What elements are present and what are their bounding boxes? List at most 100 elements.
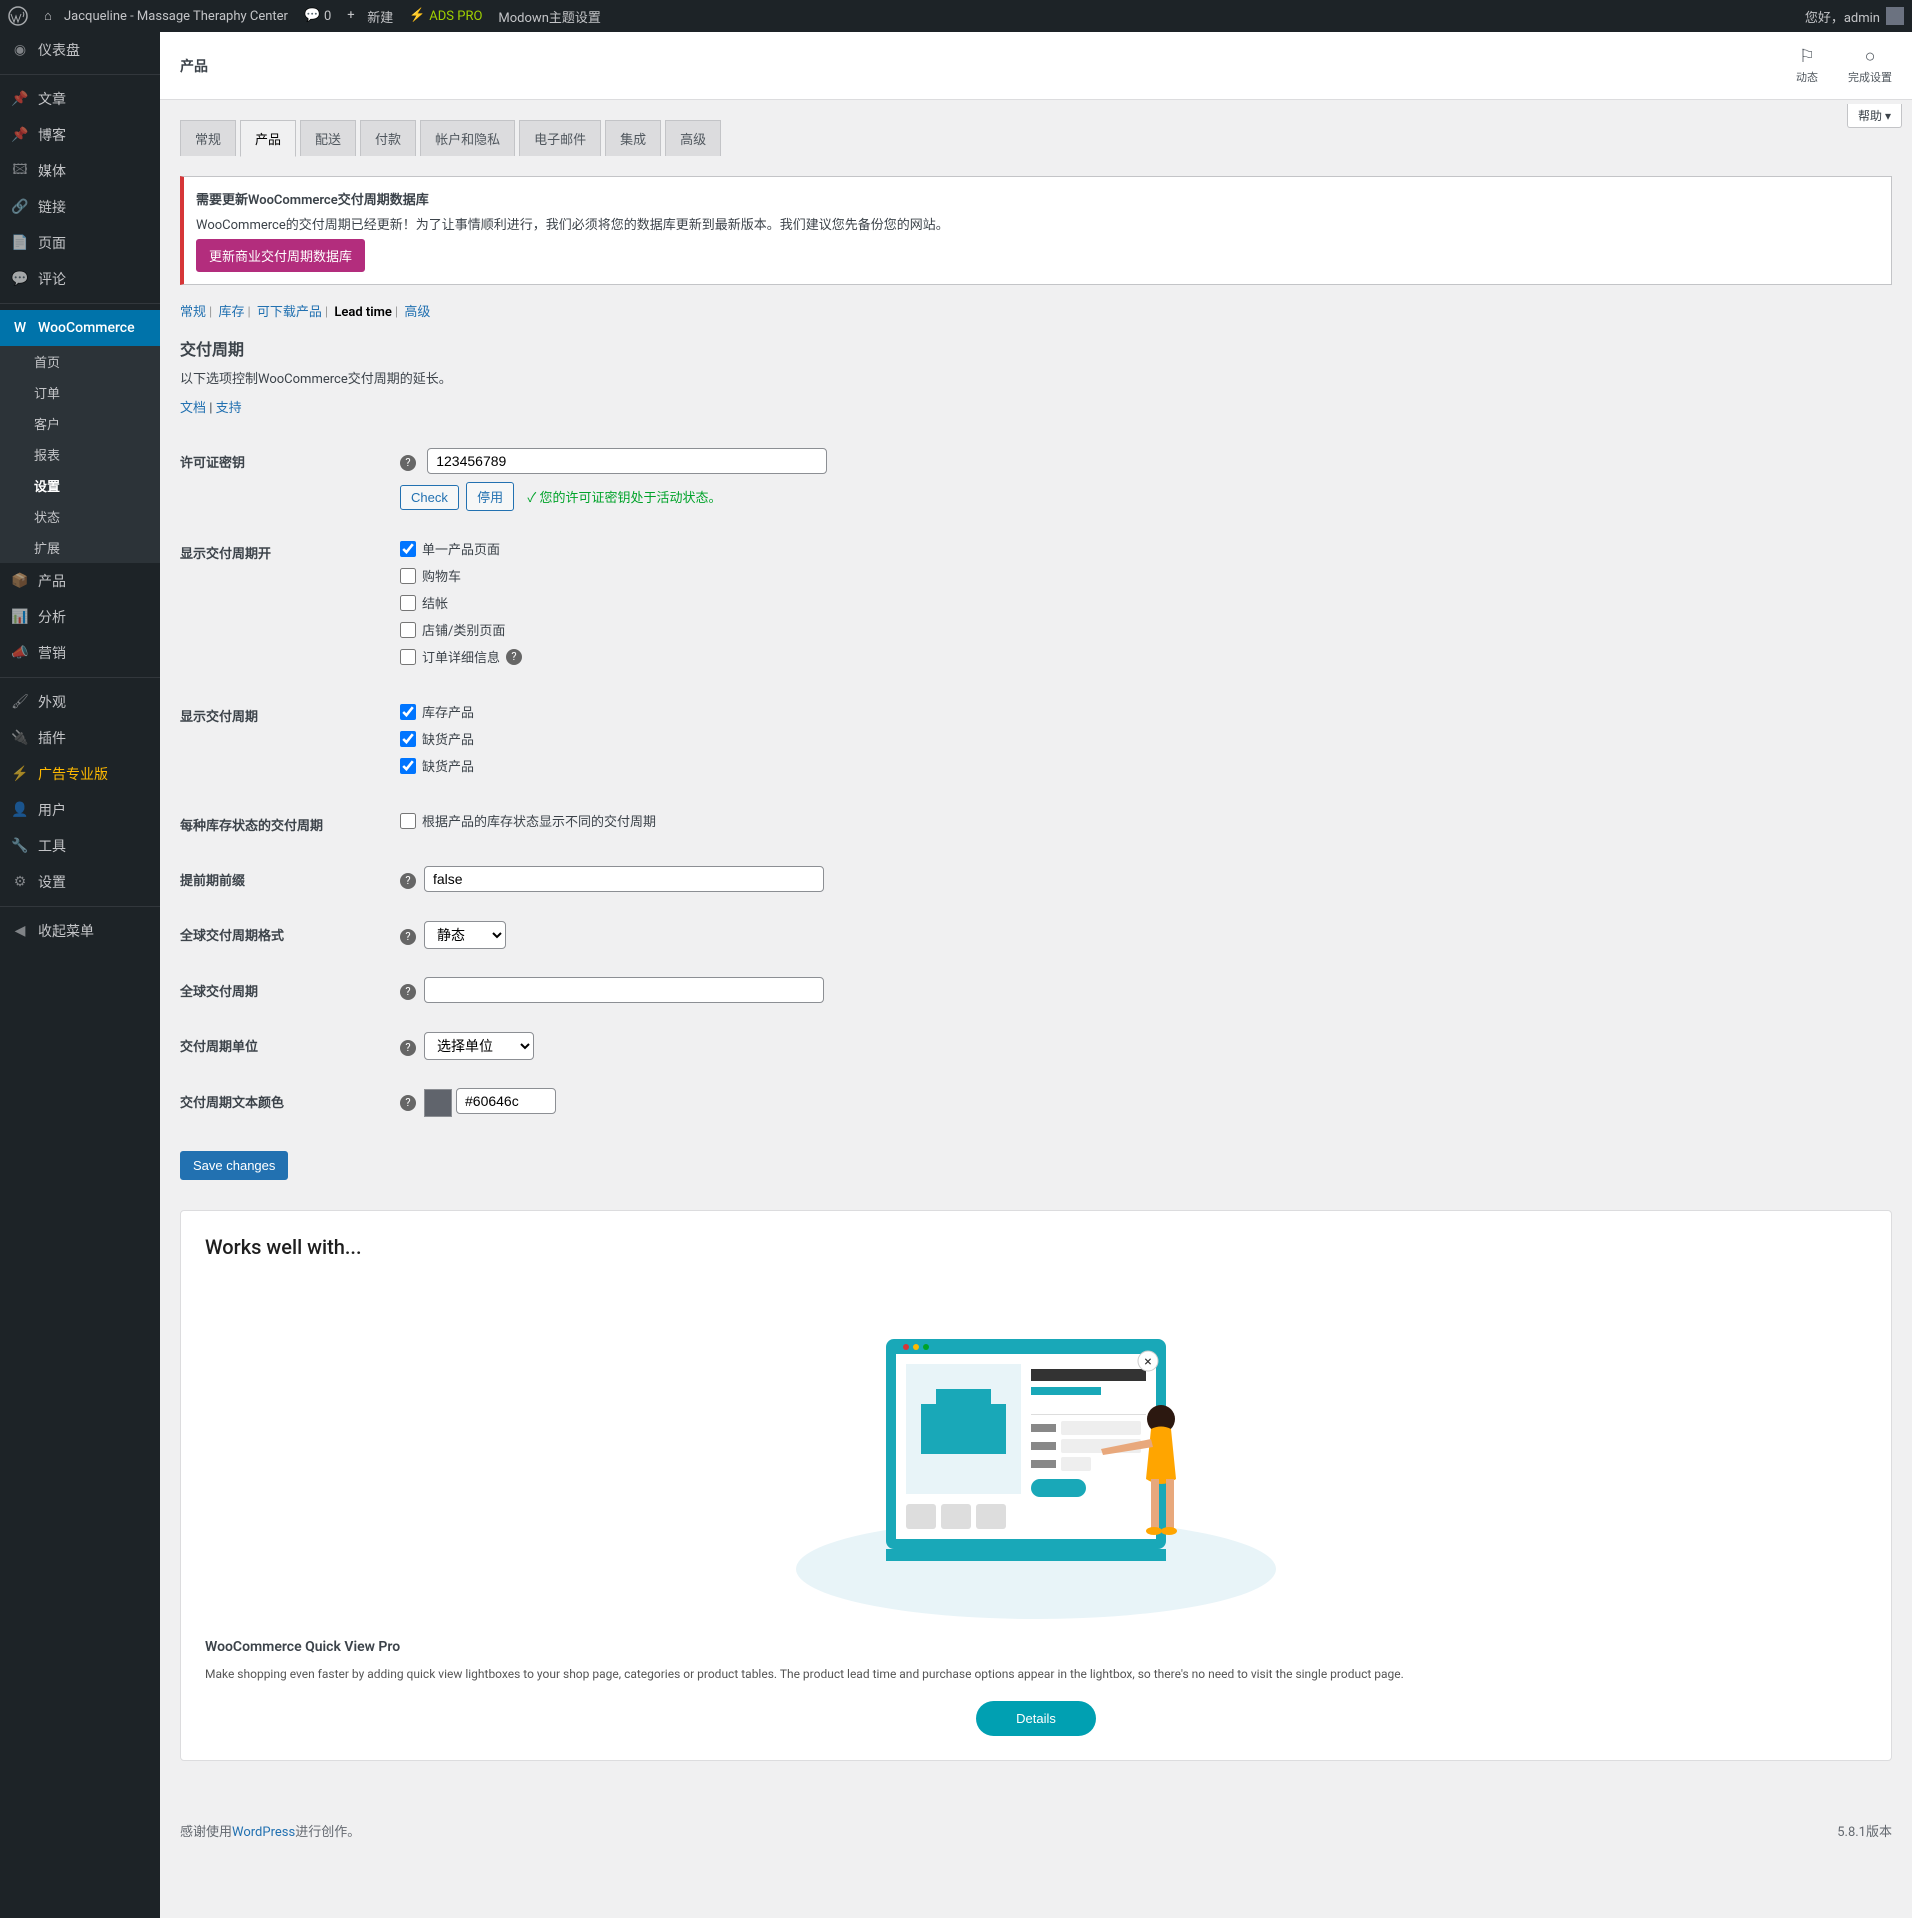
- menu-pages[interactable]: 📄页面: [0, 225, 160, 261]
- menu-posts[interactable]: 📌文章: [0, 81, 160, 117]
- save-button[interactable]: Save changes: [180, 1151, 288, 1180]
- chk-single-product[interactable]: [400, 541, 416, 557]
- circle-icon: ○: [1848, 46, 1892, 67]
- chk-cart[interactable]: [400, 568, 416, 584]
- promo-product-name: WooCommerce Quick View Pro: [205, 1639, 1867, 1655]
- subnav-inventory[interactable]: 库存: [218, 305, 244, 320]
- help-tab[interactable]: 帮助 ▾: [1847, 104, 1902, 128]
- chk-shop[interactable]: [400, 622, 416, 638]
- chk-per-stock[interactable]: [400, 813, 416, 829]
- tab-products[interactable]: 产品: [240, 120, 296, 157]
- help-tip-icon[interactable]: ?: [400, 873, 416, 889]
- subnav-leadtime[interactable]: Lead time: [334, 305, 392, 320]
- unit-select[interactable]: 选择单位: [424, 1032, 534, 1060]
- woo-home[interactable]: 首页: [0, 346, 160, 377]
- docs-link[interactable]: 文档: [180, 401, 206, 416]
- woo-orders[interactable]: 订单: [0, 377, 160, 408]
- finish-setup-button[interactable]: ○完成设置: [1848, 46, 1892, 85]
- menu-links[interactable]: 🔗链接: [0, 189, 160, 225]
- tab-payments[interactable]: 付款: [360, 120, 416, 156]
- bolt-icon: ⚡: [409, 8, 425, 24]
- help-tip-icon[interactable]: ?: [400, 1095, 416, 1111]
- support-link[interactable]: 支持: [216, 401, 242, 416]
- tab-general[interactable]: 常规: [180, 120, 236, 156]
- global-lt-input[interactable]: [424, 977, 824, 1003]
- menu-dashboard[interactable]: ◉仪表盘: [0, 32, 160, 68]
- format-select[interactable]: 静态: [424, 921, 506, 949]
- menu-ads-pro[interactable]: ⚡广告专业版: [0, 756, 160, 792]
- woo-reports[interactable]: 报表: [0, 439, 160, 470]
- menu-appearance[interactable]: 🖌外观: [0, 684, 160, 720]
- woo-settings[interactable]: 设置: [0, 470, 160, 501]
- check-button[interactable]: Check: [400, 485, 459, 510]
- chk-order-details[interactable]: [400, 649, 416, 665]
- color-swatch[interactable]: [424, 1089, 452, 1117]
- chk-outstock[interactable]: [400, 731, 416, 747]
- menu-tools[interactable]: 🔧工具: [0, 828, 160, 864]
- collapse-icon: ◀: [10, 921, 30, 941]
- wp-logo[interactable]: [0, 0, 36, 32]
- tab-emails[interactable]: 电子邮件: [519, 120, 601, 156]
- db-update-notice: 需要更新WooCommerce交付周期数据库 WooCommerce的交付周期已…: [180, 176, 1892, 285]
- menu-media[interactable]: 🖾媒体: [0, 153, 160, 189]
- new-label: 新建: [367, 7, 393, 26]
- chk-instock[interactable]: [400, 704, 416, 720]
- menu-settings[interactable]: ⚙设置: [0, 864, 160, 900]
- menu-collapse[interactable]: ◀收起菜单: [0, 913, 160, 949]
- tab-accounts[interactable]: 帐户和隐私: [420, 120, 515, 156]
- license-input[interactable]: [427, 448, 827, 474]
- greeting[interactable]: 您好，admin: [1797, 0, 1912, 32]
- comment-icon: 💬: [304, 8, 320, 24]
- tab-advanced[interactable]: 高级: [665, 120, 721, 156]
- menu-marketing[interactable]: 📣营销: [0, 635, 160, 671]
- pin-icon: 📌: [10, 89, 30, 109]
- menu-plugins[interactable]: 🔌插件: [0, 720, 160, 756]
- tab-shipping[interactable]: 配送: [300, 120, 356, 156]
- site-link[interactable]: ⌂Jacqueline - Massage Theraphy Center: [36, 0, 296, 32]
- comments-link[interactable]: 💬0: [296, 0, 339, 32]
- activity-button[interactable]: ⚐动态: [1796, 46, 1818, 85]
- chk-backorder[interactable]: [400, 758, 416, 774]
- menu-analytics[interactable]: 📊分析: [0, 599, 160, 635]
- chk-checkout[interactable]: [400, 595, 416, 611]
- prefix-input[interactable]: [424, 866, 824, 892]
- per-stock-label: 每种库存状态的交付周期: [180, 797, 400, 852]
- product-icon: 📦: [10, 571, 30, 591]
- plus-icon: +: [347, 8, 363, 24]
- details-button[interactable]: Details: [976, 1701, 1096, 1736]
- menu-woocommerce[interactable]: WWooCommerce: [0, 310, 160, 346]
- woo-customers[interactable]: 客户: [0, 408, 160, 439]
- color-input[interactable]: [456, 1088, 556, 1114]
- help-tip-icon[interactable]: ?: [400, 455, 416, 471]
- menu-products[interactable]: 📦产品: [0, 563, 160, 599]
- subnav-advanced[interactable]: 高级: [404, 305, 430, 320]
- update-db-button[interactable]: 更新商业交付周期数据库: [196, 239, 365, 272]
- promo-heading: Works well with...: [205, 1235, 1867, 1259]
- global-lt-label: 全球交付周期: [180, 963, 400, 1018]
- modown-link[interactable]: Modown主题设置: [490, 0, 608, 32]
- deactivate-button[interactable]: 停用: [466, 482, 514, 511]
- page-title: 产品: [180, 56, 208, 76]
- help-tip-icon[interactable]: ?: [400, 984, 416, 1000]
- woo-extensions[interactable]: 扩展: [0, 532, 160, 563]
- subnav-general[interactable]: 常规: [180, 305, 206, 320]
- close-icon: ×: [1144, 1354, 1151, 1370]
- help-tip-icon[interactable]: ?: [506, 649, 522, 665]
- megaphone-icon: 📣: [10, 643, 30, 663]
- subnav-downloadable[interactable]: 可下载产品: [257, 305, 322, 320]
- ads-pro-link[interactable]: ⚡ADS PRO: [401, 0, 490, 32]
- display-lt-label: 显示交付周期: [180, 688, 400, 797]
- help-tip-icon[interactable]: ?: [400, 1040, 416, 1056]
- wordpress-link[interactable]: WordPress: [232, 1825, 295, 1840]
- help-tip-icon[interactable]: ?: [400, 929, 416, 945]
- wordpress-icon: [8, 6, 28, 26]
- menu-comments[interactable]: 💬评论: [0, 261, 160, 297]
- new-content-link[interactable]: +新建: [339, 0, 401, 32]
- menu-blog[interactable]: 📌博客: [0, 117, 160, 153]
- unit-label: 交付周期单位: [180, 1018, 400, 1074]
- tab-integration[interactable]: 集成: [605, 120, 661, 156]
- woo-status[interactable]: 状态: [0, 501, 160, 532]
- format-label: 全球交付周期格式: [180, 907, 400, 963]
- menu-users[interactable]: 👤用户: [0, 792, 160, 828]
- page-header: 产品 ⚐动态 ○完成设置: [160, 32, 1912, 100]
